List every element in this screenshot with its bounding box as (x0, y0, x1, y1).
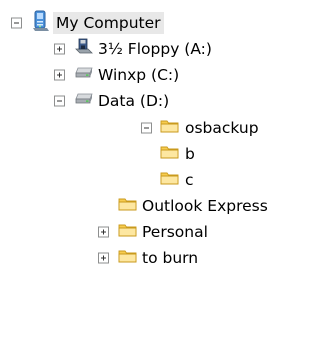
folder-icon (160, 170, 180, 190)
tree-item-label: Outlook Express (142, 197, 268, 215)
tree-item-label: to burn (142, 249, 199, 267)
tree-item-floppy-a[interactable]: 3½ Floppy (A:) (0, 36, 317, 62)
tree-item-to-burn[interactable]: to burn (0, 245, 317, 271)
tree-item-label: My Computer (53, 12, 164, 34)
tree-item-label: Data (D:) (98, 92, 170, 110)
folder-icon (160, 144, 180, 164)
tree-item-label: Winxp (C:) (98, 66, 180, 84)
tree-item-label: 3½ Floppy (A:) (98, 40, 212, 58)
tree-view: { "tree": [ {"label":"My Computer","expa… (0, 0, 317, 347)
tree-item-label: Personal (142, 223, 208, 241)
expand-toggle[interactable] (98, 226, 109, 238)
folder-icon (118, 248, 138, 268)
hard-drive-icon (74, 92, 94, 110)
folder-icon (118, 222, 138, 242)
tree-item-label: b (185, 145, 195, 163)
tree-item-winxp-c[interactable]: Winxp (C:) (0, 62, 317, 88)
tree-item-data-d[interactable]: Data (D:) (0, 88, 317, 114)
expand-toggle[interactable] (54, 43, 65, 55)
expand-toggle[interactable] (54, 69, 65, 81)
tree-item-outlook-express[interactable]: Outlook Express (0, 193, 317, 219)
tree-item-osbackup[interactable]: osbackup (0, 115, 317, 141)
collapse-toggle[interactable] (141, 122, 152, 134)
tree-item-my-computer[interactable]: My Computer (0, 10, 317, 36)
tree-item-personal[interactable]: Personal (0, 219, 317, 245)
computer-icon (31, 10, 51, 36)
collapse-toggle[interactable] (11, 17, 22, 29)
hard-drive-icon (74, 66, 94, 84)
folder-icon (160, 118, 180, 138)
folder-icon (118, 196, 138, 216)
tree-item-label: osbackup (185, 119, 259, 137)
collapse-toggle[interactable] (54, 95, 65, 107)
expand-toggle[interactable] (98, 252, 109, 264)
floppy-drive-icon (74, 37, 94, 61)
tree-item-c[interactable]: c (0, 167, 317, 193)
tree-item-b[interactable]: b (0, 141, 317, 167)
tree-item-label: c (185, 171, 194, 189)
